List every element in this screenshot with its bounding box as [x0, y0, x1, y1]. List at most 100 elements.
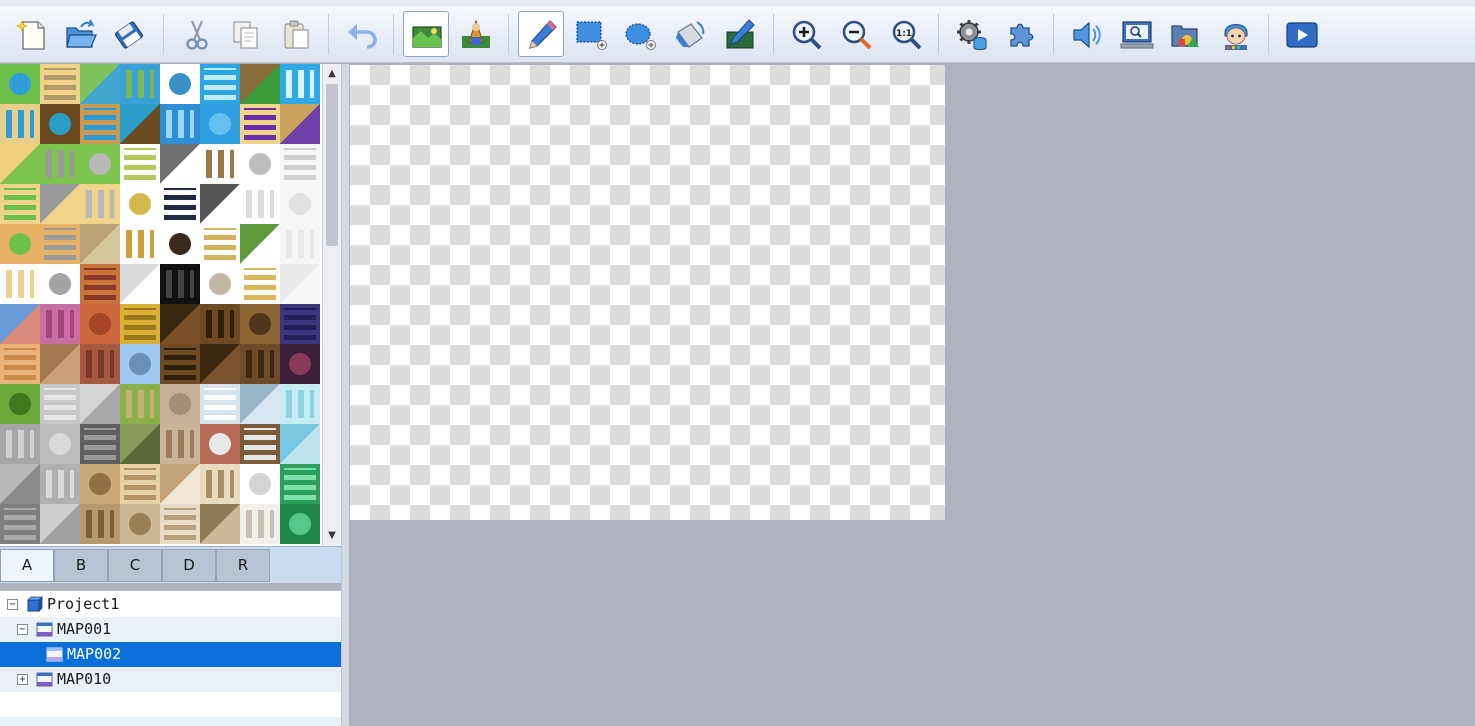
character-generator-button[interactable] — [1212, 11, 1258, 57]
tile-swatch[interactable] — [280, 504, 320, 544]
tile-swatch[interactable] — [80, 464, 120, 504]
tile-swatch[interactable] — [240, 344, 280, 384]
tile-swatch[interactable] — [160, 464, 200, 504]
tree-item-map010[interactable]: + MAP010 — [0, 667, 341, 692]
tile-swatch[interactable] — [160, 64, 200, 104]
scroll-up-arrow-icon[interactable]: ▲ — [323, 66, 341, 82]
tile-swatch[interactable] — [160, 104, 200, 144]
actual-size-button[interactable]: 1:1 — [883, 11, 929, 57]
tile-swatch[interactable] — [80, 424, 120, 464]
plugin-manager-button[interactable] — [998, 11, 1044, 57]
tile-swatch[interactable] — [280, 224, 320, 264]
tile-swatch[interactable] — [240, 424, 280, 464]
tile-swatch[interactable] — [120, 504, 160, 544]
tile-swatch[interactable] — [40, 104, 80, 144]
tile-swatch[interactable] — [40, 304, 80, 344]
tile-swatch[interactable] — [240, 184, 280, 224]
tile-swatch[interactable] — [280, 64, 320, 104]
tile-swatch[interactable] — [120, 144, 160, 184]
cut-button[interactable] — [173, 11, 219, 57]
tile-swatch[interactable] — [280, 104, 320, 144]
zoom-out-button[interactable] — [833, 11, 879, 57]
tile-swatch[interactable] — [80, 504, 120, 544]
tile-swatch[interactable] — [80, 184, 120, 224]
tab-a[interactable]: A — [0, 549, 54, 582]
tile-swatch[interactable] — [80, 264, 120, 304]
tile-swatch[interactable] — [120, 104, 160, 144]
shadow-pen-button[interactable] — [716, 11, 762, 57]
tile-swatch[interactable] — [240, 144, 280, 184]
tile-swatch[interactable] — [120, 304, 160, 344]
tile-swatch[interactable] — [0, 264, 40, 304]
playtest-button[interactable] — [1278, 11, 1324, 57]
tile-swatch[interactable] — [280, 144, 320, 184]
tile-swatch[interactable] — [240, 304, 280, 344]
tile-swatch[interactable] — [280, 344, 320, 384]
scroll-down-arrow-icon[interactable]: ▼ — [323, 528, 341, 544]
paste-button[interactable] — [272, 11, 318, 57]
tile-swatch[interactable] — [200, 384, 240, 424]
tile-swatch[interactable] — [200, 64, 240, 104]
tile-swatch[interactable] — [120, 224, 160, 264]
tile-swatch[interactable] — [80, 64, 120, 104]
tile-swatch[interactable] — [80, 384, 120, 424]
tile-swatch[interactable] — [40, 504, 80, 544]
sound-test-button[interactable] — [1063, 11, 1109, 57]
ellipse-tool-button[interactable] — [616, 11, 662, 57]
tile-swatch[interactable] — [200, 104, 240, 144]
tile-swatch[interactable] — [160, 424, 200, 464]
tile-swatch[interactable] — [200, 344, 240, 384]
map-mode-button[interactable] — [403, 11, 449, 57]
tile-swatch[interactable] — [0, 104, 40, 144]
new-project-button[interactable] — [9, 11, 55, 57]
tile-swatch[interactable] — [80, 344, 120, 384]
tile-swatch[interactable] — [160, 384, 200, 424]
resource-manager-button[interactable] — [1162, 11, 1208, 57]
tile-swatch[interactable] — [160, 504, 200, 544]
tile-swatch[interactable] — [200, 304, 240, 344]
copy-button[interactable] — [222, 11, 268, 57]
tile-swatch[interactable] — [240, 504, 280, 544]
tile-swatch[interactable] — [80, 104, 120, 144]
open-project-button[interactable] — [57, 11, 103, 57]
expand-icon[interactable]: + — [17, 674, 28, 685]
tab-b[interactable]: B — [54, 549, 108, 582]
tile-swatch[interactable] — [120, 424, 160, 464]
tile-swatch[interactable] — [0, 464, 40, 504]
tile-swatch[interactable] — [240, 64, 280, 104]
tree-item-project1[interactable]: − Project1 — [0, 592, 341, 617]
event-searcher-button[interactable] — [1113, 11, 1159, 57]
database-button[interactable] — [948, 11, 994, 57]
tile-swatch[interactable] — [240, 264, 280, 304]
tile-swatch[interactable] — [240, 384, 280, 424]
tile-swatch[interactable] — [160, 264, 200, 304]
tile-swatch[interactable] — [120, 64, 160, 104]
tile-swatch[interactable] — [120, 384, 160, 424]
tile-swatch[interactable] — [200, 424, 240, 464]
collapse-icon[interactable]: − — [7, 599, 18, 610]
tile-swatch[interactable] — [280, 464, 320, 504]
tile-swatch[interactable] — [0, 304, 40, 344]
panel-splitter[interactable] — [341, 64, 349, 726]
tile-swatch[interactable] — [160, 304, 200, 344]
tab-c[interactable]: C — [108, 549, 162, 582]
tree-item-map001[interactable]: − MAP001 — [0, 617, 341, 642]
tile-swatch[interactable] — [0, 384, 40, 424]
tile-swatch[interactable] — [120, 344, 160, 384]
tile-swatch[interactable] — [40, 144, 80, 184]
rectangle-tool-button[interactable] — [567, 11, 613, 57]
tile-swatch[interactable] — [40, 184, 80, 224]
tile-swatch[interactable] — [240, 104, 280, 144]
tile-swatch[interactable] — [240, 224, 280, 264]
tile-swatch[interactable] — [200, 184, 240, 224]
tileset-palette[interactable] — [0, 64, 322, 546]
tile-swatch[interactable] — [200, 464, 240, 504]
tile-swatch[interactable] — [80, 304, 120, 344]
tile-swatch[interactable] — [280, 184, 320, 224]
tile-swatch[interactable] — [0, 424, 40, 464]
tile-swatch[interactable] — [280, 424, 320, 464]
tile-swatch[interactable] — [0, 64, 40, 104]
map-canvas[interactable] — [350, 65, 945, 520]
tab-r[interactable]: R — [216, 549, 270, 582]
tile-swatch[interactable] — [200, 144, 240, 184]
